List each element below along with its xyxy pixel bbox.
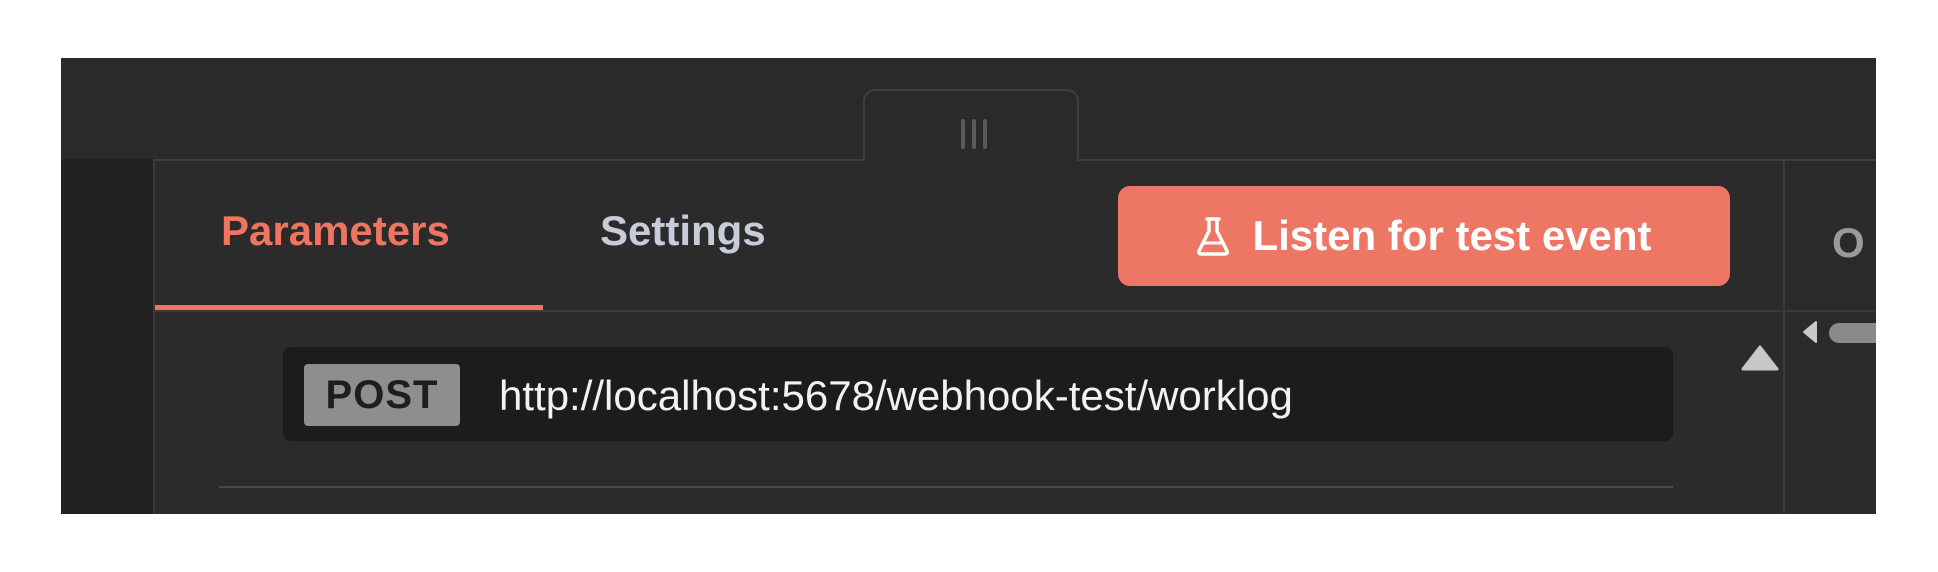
horizontal-scrollbar-thumb[interactable] (1829, 323, 1876, 343)
triangle-up-icon[interactable] (1740, 344, 1780, 372)
tab-settings[interactable]: Settings (600, 207, 766, 255)
section-divider (219, 486, 1673, 488)
flask-icon (1197, 217, 1230, 256)
tab-parameters[interactable]: Parameters (221, 207, 450, 255)
grip-icon (961, 119, 987, 149)
parameters-panel: Parameters Settings Listen for test even… (153, 161, 1785, 514)
left-panel-edge (61, 159, 153, 514)
output-panel-title-partial: O (1832, 219, 1865, 266)
panel-drag-handle[interactable] (863, 89, 1079, 161)
tabs-divider (155, 310, 1783, 312)
http-method-badge: POST (304, 364, 460, 426)
webhook-url-display[interactable]: POST http://localhost:5678/webhook-test/… (283, 347, 1673, 441)
output-panel-edge: O (1785, 161, 1876, 514)
listen-for-test-event-button[interactable]: Listen for test event (1118, 186, 1730, 286)
webhook-url: http://localhost:5678/webhook-test/workl… (499, 372, 1293, 419)
output-panel-divider (1785, 310, 1876, 312)
node-editor-window: Parameters Settings Listen for test even… (61, 58, 1876, 514)
listen-button-label: Listen for test event (1252, 212, 1652, 259)
triangle-left-icon[interactable] (1801, 319, 1819, 345)
